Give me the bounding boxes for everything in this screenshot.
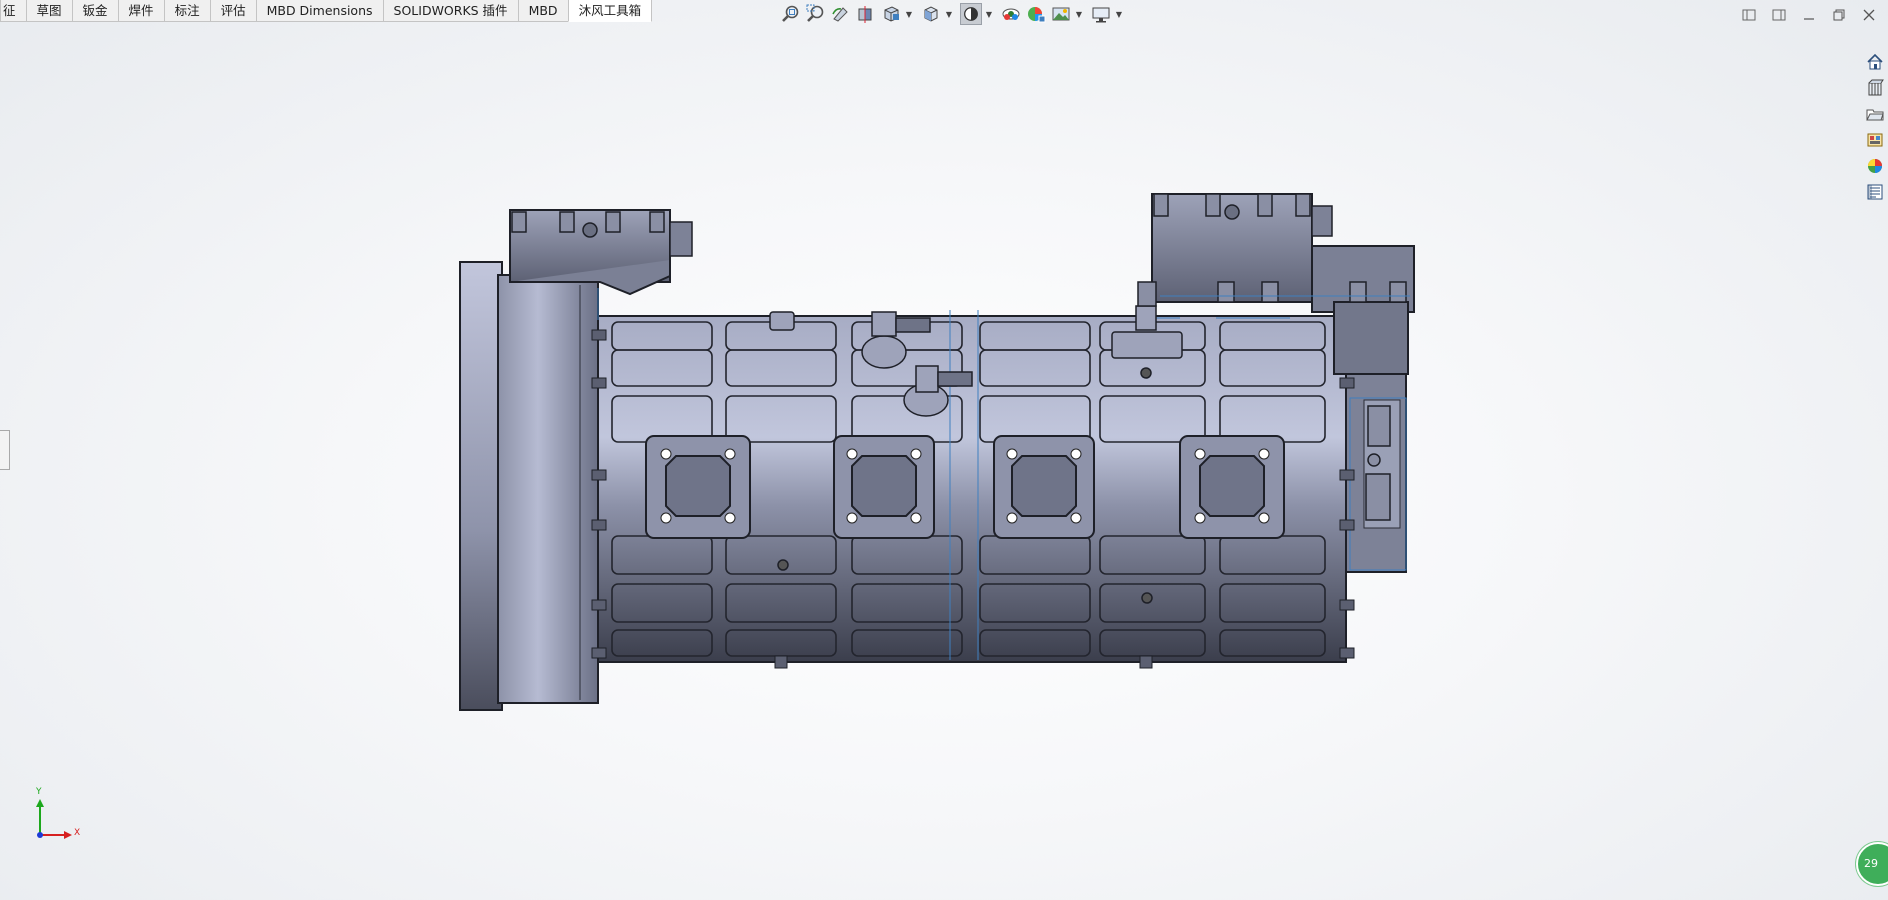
reference-triad: Y X <box>30 787 81 849</box>
apply-scene-caret-icon[interactable]: ▼ <box>1075 10 1083 19</box>
display-style-icon[interactable] <box>960 3 982 25</box>
section-view-icon[interactable] <box>855 3 877 25</box>
design-library-icon[interactable] <box>1862 76 1888 100</box>
display-style-caret-icon[interactable]: ▼ <box>985 10 993 19</box>
zoom-to-area-icon[interactable] <box>805 3 827 25</box>
tab-markup[interactable]: 标注 <box>163 0 211 22</box>
previous-view-icon[interactable] <box>830 3 852 25</box>
zoom-to-fit-icon[interactable] <box>780 3 802 25</box>
command-manager-tabs: 征 草图 钣金 焊件 标注 评估 MBD Dimensions SOLIDWOR… <box>0 0 653 22</box>
view-settings-icon[interactable] <box>1090 3 1112 25</box>
transmission-housing-model <box>459 193 1415 711</box>
view-settings-caret-icon[interactable]: ▼ <box>1115 10 1123 19</box>
home-icon[interactable] <box>1862 50 1888 74</box>
view-orientation-caret-icon[interactable]: ▼ <box>905 10 913 19</box>
cad-model-viewport[interactable] <box>0 0 1888 900</box>
tile-left-icon[interactable] <box>1740 6 1758 24</box>
tile-right-icon[interactable] <box>1770 6 1788 24</box>
tab-features[interactable]: 征 <box>0 0 27 22</box>
minimize-icon[interactable] <box>1800 6 1818 24</box>
tab-sheet-metal[interactable]: 钣金 <box>71 0 119 22</box>
tab-solidworks-addins[interactable]: SOLIDWORKS 插件 <box>382 0 519 22</box>
close-icon[interactable] <box>1860 6 1878 24</box>
hide-show-items-icon[interactable] <box>1000 3 1022 25</box>
tab-mbd[interactable]: MBD <box>517 0 569 22</box>
tab-weldments[interactable]: 焊件 <box>117 0 165 22</box>
view-orientation-icon[interactable] <box>880 3 902 25</box>
restore-icon[interactable] <box>1830 6 1848 24</box>
file-explorer-icon[interactable] <box>1862 102 1888 126</box>
tab-evaluate[interactable]: 评估 <box>209 0 257 22</box>
tab-sketch[interactable]: 草图 <box>25 0 73 22</box>
feature-manager-collapse-handle[interactable] <box>0 430 10 470</box>
triad-axes-icon <box>36 799 72 839</box>
tab-mbd-dimensions[interactable]: MBD Dimensions <box>255 0 384 22</box>
triad-x-label: X <box>74 828 81 838</box>
apply-scene-icon[interactable] <box>1050 3 1072 25</box>
triad-y-label: Y <box>36 787 42 797</box>
tab-mufeng-toolbox[interactable]: 沐风工具箱 <box>567 0 653 22</box>
custom-properties-icon[interactable] <box>1862 180 1888 204</box>
view-selector-caret-icon[interactable]: ▼ <box>945 10 953 19</box>
view-selector-icon[interactable] <box>920 3 942 25</box>
view-palette-icon[interactable] <box>1862 128 1888 152</box>
window-controls <box>1740 6 1878 24</box>
appearances-icon[interactable] <box>1862 154 1888 178</box>
edit-appearance-icon[interactable] <box>1025 3 1047 25</box>
task-pane <box>1862 50 1888 204</box>
heads-up-view-toolbar: ▼ ▼ ▼ ▼ ▼ <box>780 3 1127 25</box>
